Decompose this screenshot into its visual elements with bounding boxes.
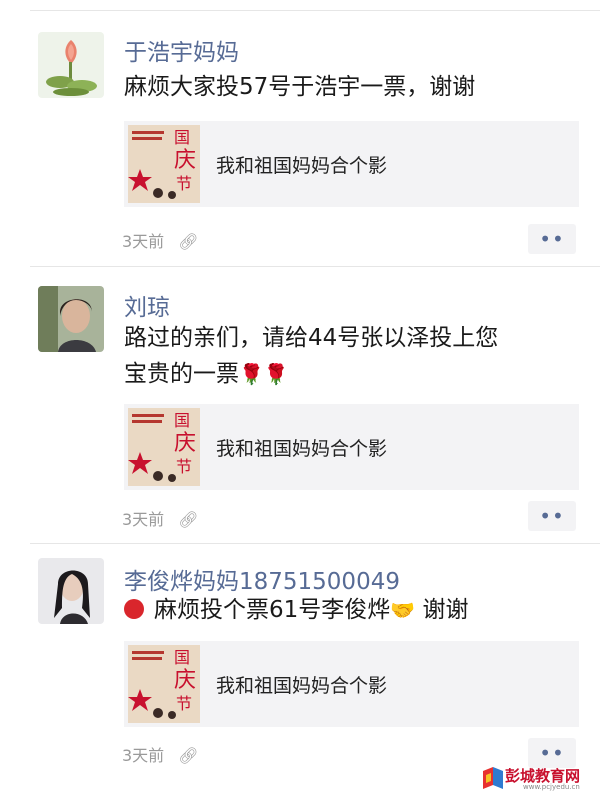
lotus-flower-avatar-icon	[38, 32, 104, 98]
shared-link-card[interactable]: 国 庆 节 我和祖国妈妈合个影	[124, 641, 579, 727]
author-name[interactable]: 于浩宇妈妈	[124, 33, 239, 67]
avatar[interactable]	[38, 286, 104, 352]
woman-portrait-avatar-icon	[38, 558, 104, 624]
woman-portrait-avatar-icon	[38, 286, 104, 352]
post-time: 3天前	[122, 510, 165, 529]
post-text: 麻烦投个票61号李俊烨🤝 谢谢	[124, 592, 579, 628]
shared-link-title: 我和祖国妈妈合个影	[216, 675, 388, 697]
post-text-span: 谢谢	[422, 597, 469, 623]
link-icon: 🔗︎	[178, 510, 199, 529]
national-day-thumbnail: 国 庆 节	[128, 125, 200, 203]
post-text-line: 路过的亲们，请给44号张以泽投上您	[124, 325, 499, 351]
thumb-char: 节	[176, 457, 192, 476]
avatar[interactable]	[38, 32, 104, 98]
author-name[interactable]: 李俊烨妈妈18751500049	[124, 562, 400, 596]
author-name[interactable]: 刘琼	[124, 288, 170, 322]
thumb-char: 国	[174, 648, 190, 667]
rose-emoji: 🌹🌹	[239, 362, 289, 386]
post-meta: 3天前 🔗︎	[122, 506, 199, 530]
post-meta: 3天前 🔗︎	[122, 228, 199, 252]
thumb-char: 庆	[174, 431, 196, 456]
post-text: 路过的亲们，请给44号张以泽投上您 宝贵的一票🌹🌹	[124, 320, 579, 392]
watermark-url: www.pcjyedu.cn	[523, 783, 580, 791]
thumb-char: 庆	[174, 148, 196, 173]
post-text-line: 宝贵的一票🌹🌹	[124, 356, 579, 392]
thumb-char: 国	[174, 128, 190, 147]
post-time: 3天前	[122, 232, 165, 251]
national-day-thumbnail: 国 庆 节	[128, 408, 200, 486]
post-text-line: 麻烦大家投57号于浩宇一票，谢谢	[124, 74, 476, 100]
more-actions-button[interactable]: ••	[528, 501, 576, 531]
top-divider	[30, 10, 600, 11]
shared-link-title: 我和祖国妈妈合个影	[216, 438, 388, 460]
shared-link-title: 我和祖国妈妈合个影	[216, 155, 388, 177]
red-circle-icon	[124, 599, 144, 619]
more-actions-button[interactable]: ••	[528, 224, 576, 254]
thumb-char: 庆	[174, 668, 196, 693]
post-meta: 3天前 🔗︎	[122, 742, 199, 766]
post-text: 麻烦大家投57号于浩宇一票，谢谢	[124, 69, 579, 105]
post-divider	[30, 266, 600, 267]
link-icon: 🔗︎	[178, 746, 199, 765]
thumb-char: 节	[176, 174, 192, 193]
thumb-char: 节	[176, 694, 192, 713]
avatar[interactable]	[38, 558, 104, 624]
shared-link-card[interactable]: 国 庆 节 我和祖国妈妈合个影	[124, 121, 579, 207]
link-icon: 🔗︎	[178, 232, 199, 251]
post-text-span: 麻烦投个票61号李俊烨	[154, 597, 391, 623]
book-logo-icon	[483, 767, 503, 789]
shared-link-card[interactable]: 国 庆 节 我和祖国妈妈合个影	[124, 404, 579, 490]
post-text-span: 宝贵的一票	[124, 361, 239, 387]
thumb-char: 国	[174, 411, 190, 430]
handshake-emoji: 🤝	[390, 598, 416, 622]
site-watermark: 彭城教育网 www.pcjyedu.cn	[483, 763, 600, 793]
post-divider	[30, 543, 600, 544]
national-day-thumbnail: 国 庆 节	[128, 645, 200, 723]
post-time: 3天前	[122, 746, 165, 765]
